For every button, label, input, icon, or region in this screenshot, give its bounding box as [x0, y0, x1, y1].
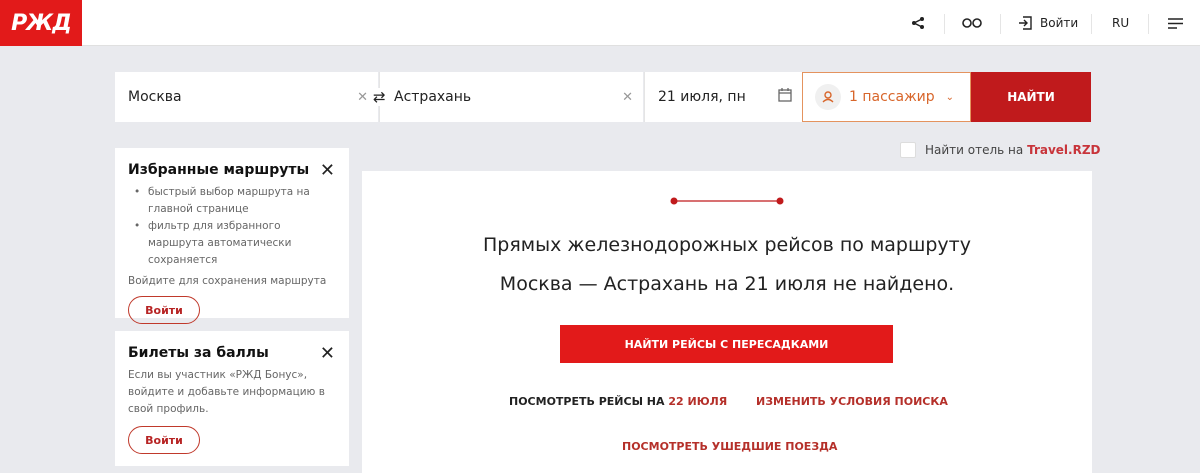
- change-search-link[interactable]: ИЗМЕНИТЬ УСЛОВИЯ ПОИСКА: [756, 395, 948, 408]
- list-item: фильтр для избранного маршрута автоматич…: [128, 218, 336, 269]
- chevron-down-icon: ⌄: [945, 91, 954, 103]
- result-panel: Прямых железнодорожных рейсов по маршрут…: [362, 171, 1092, 473]
- find-button[interactable]: НАЙТИ: [971, 72, 1091, 122]
- hotel-label: Найти отель на: [925, 143, 1028, 157]
- card-text: Если вы участник «РЖД Бонус», войдите и …: [128, 369, 325, 415]
- accessibility-glasses-icon[interactable]: [962, 0, 982, 46]
- passenger-icon: [815, 84, 841, 110]
- share-icon[interactable]: [911, 0, 925, 46]
- date-input[interactable]: 21 июля, пн: [644, 72, 802, 122]
- calendar-icon[interactable]: [778, 88, 792, 106]
- login-label: Войти: [1040, 16, 1079, 30]
- login-icon: [1019, 16, 1032, 30]
- departed-trains-link[interactable]: ПОСМОТРЕТЬ УШЕДШИЕ ПОЕЗДА: [622, 440, 837, 453]
- swap-icon[interactable]: ⇄: [373, 88, 386, 106]
- rzd-logo[interactable]: РЖД: [0, 0, 82, 46]
- hotel-option[interactable]: Найти отель на Travel.RZD: [900, 142, 1101, 158]
- login-button[interactable]: Войти: [128, 426, 200, 454]
- hotel-checkbox[interactable]: [900, 142, 916, 158]
- not-found-message: Прямых железнодорожных рейсов по маршрут…: [483, 234, 971, 295]
- bonus-tickets-card: Билеты за баллы ✕ Если вы участник «РЖД …: [115, 331, 349, 466]
- date-value: 21 июля, пн: [658, 89, 746, 105]
- login-button[interactable]: Войти: [1018, 0, 1078, 46]
- view-date[interactable]: 22 ИЮЛЯ: [668, 395, 727, 408]
- list-item: быстрый выбор маршрута на главной страни…: [128, 184, 336, 218]
- from-input[interactable]: Москва ✕: [115, 72, 378, 122]
- card-note: Войдите для сохранения маршрута: [128, 275, 327, 287]
- find-transfers-button[interactable]: НАЙТИ РЕЙСЫ С ПЕРЕСАДКАМИ: [560, 325, 893, 363]
- view-next-day-link[interactable]: ПОСМОТРЕТЬ РЕЙСЫ НА 22 ИЮЛЯ: [509, 395, 727, 408]
- language-selector[interactable]: RU: [1112, 0, 1129, 46]
- to-input[interactable]: ⇄ Астрахань ✕: [373, 72, 643, 122]
- close-icon[interactable]: ✕: [320, 160, 335, 181]
- card-title: Избранные маршруты: [128, 162, 310, 178]
- travel-rzd-link[interactable]: Travel.RZD: [1027, 143, 1100, 157]
- close-icon[interactable]: ✕: [320, 343, 335, 364]
- header: РЖД Войти RU: [0, 0, 1200, 46]
- login-button[interactable]: Войти: [128, 296, 200, 324]
- favorite-routes-card: Избранные маршруты ✕ быстрый выбор маршр…: [115, 148, 349, 324]
- menu-icon[interactable]: [1168, 0, 1183, 46]
- to-value: Астрахань: [394, 89, 472, 105]
- card-title: Билеты за баллы: [128, 345, 269, 361]
- route-line-icon: [670, 197, 784, 205]
- passengers-value: 1 пассажир: [849, 89, 935, 105]
- clear-to-icon[interactable]: ✕: [622, 90, 633, 105]
- from-value: Москва: [128, 89, 182, 105]
- view-prefix: ПОСМОТРЕТЬ РЕЙСЫ НА: [509, 395, 669, 408]
- passengers-select[interactable]: 1 пассажир ⌄: [802, 72, 971, 122]
- clear-from-icon[interactable]: ✕: [357, 90, 368, 105]
